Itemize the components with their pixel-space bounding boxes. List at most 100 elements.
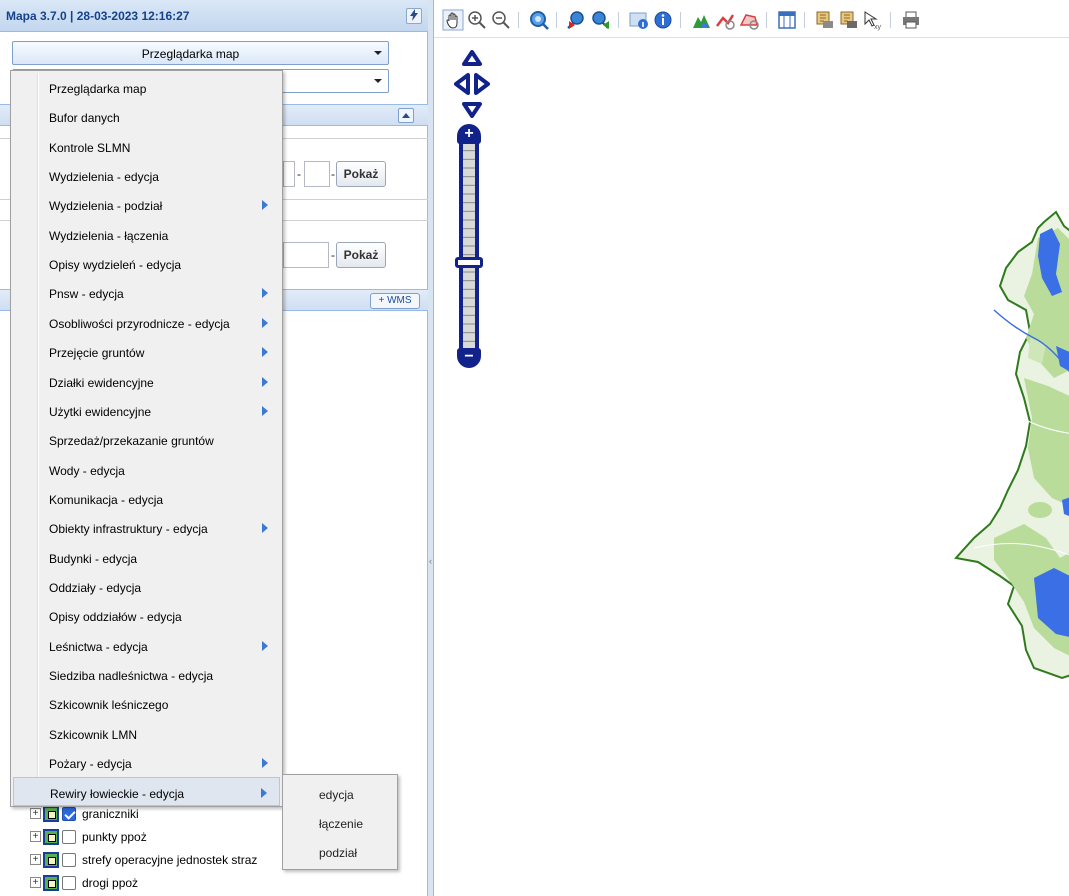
panel-title-bar: Mapa 3.7.0 | 28-03-2023 12:16:27 [0, 0, 428, 32]
collapse-section-button[interactable] [398, 108, 414, 123]
menu-item-label: Kontrole SLMN [49, 140, 131, 155]
menu-item-label: Opisy wydzieleń - edycja [49, 258, 182, 273]
full-extent-icon[interactable] [528, 9, 550, 31]
map-view[interactable] [434, 38, 1069, 896]
menu-item-wydzielenia-podzial[interactable]: Wydzielenia - podział [13, 190, 280, 219]
add-wms-button[interactable]: + WMS [370, 293, 420, 309]
home-icon[interactable] [690, 9, 712, 31]
submenu-arrow-icon [262, 200, 268, 211]
menu-item-label: Siedziba nadleśnictwa - edycja [49, 669, 214, 683]
submenu-arrow-icon [262, 405, 268, 416]
menu-item-label: Leśnictwa - edycja [49, 639, 148, 654]
menu-item-siedziba-nadlesnictwa-edycja[interactable]: Siedziba nadleśnictwa - edycja [13, 660, 280, 689]
menu-item-rewiry-lowieckie-edycja[interactable]: Rewiry łowieckie - edycja [13, 777, 280, 807]
menu-item-wydzielenia-laczenia[interactable]: Wydzielenia - łączenia [13, 220, 280, 249]
module-select-value: Przeglądarka map [141, 47, 240, 61]
zoom-next-icon[interactable] [590, 9, 612, 31]
expand-icon[interactable]: + [30, 854, 41, 865]
submenu-arrow-icon [262, 376, 268, 387]
menu-item-sprzedaz-przekazanie-gruntow[interactable]: Sprzedaż/przekazanie gruntów [13, 425, 280, 454]
collapse-panel-button[interactable] [406, 8, 422, 24]
zoom-out-icon[interactable] [490, 9, 512, 31]
menu-item-bufor-danych[interactable]: Bufor danych [13, 102, 280, 131]
expand-icon[interactable]: + [30, 808, 41, 819]
rewiry-submenu: edycja łączenie podział [282, 774, 398, 870]
show-button-2[interactable]: Pokaż [336, 242, 386, 268]
info-icon[interactable] [652, 9, 674, 31]
layer-checkbox[interactable] [62, 830, 76, 844]
menu-item-dzialki-ewidencyjne[interactable]: Działki ewidencyjne [13, 367, 280, 396]
layer-checkbox[interactable] [62, 853, 76, 867]
menu-item-wody-edycja[interactable]: Wody - edycja [13, 455, 280, 484]
lightning-icon [410, 9, 418, 21]
menu-item-label: Przeglądarka map [49, 82, 147, 96]
module-select[interactable]: Przeglądarka map [12, 41, 389, 65]
separator-dash: - [297, 167, 301, 181]
menu-item-pnsw-edycja[interactable]: Pnsw - edycja [13, 278, 280, 307]
zoom-slider-graphic [459, 136, 479, 356]
menu-item-oddzialy-edycja[interactable]: Oddziały - edycja [13, 572, 280, 601]
splitter-grip-icon[interactable]: ‹ [429, 556, 433, 566]
menu-item-wydzielenia-edycja[interactable]: Wydzielenia - edycja [13, 161, 280, 190]
pan-control[interactable] [454, 50, 490, 118]
submenu-item-laczenie[interactable]: łączenie [285, 809, 395, 837]
search-field-1b[interactable] [304, 161, 330, 187]
measure-area-icon[interactable] [738, 9, 760, 31]
measure-length-icon[interactable] [714, 9, 736, 31]
table-icon[interactable] [776, 9, 798, 31]
layer-symbol-icon [43, 852, 59, 868]
layer-checkbox[interactable] [62, 807, 76, 821]
separator-dash: - [331, 167, 335, 181]
identify-icon[interactable] [628, 9, 650, 31]
submenu-item-podzial[interactable]: podział [285, 838, 395, 866]
print-area-2-icon[interactable] [838, 9, 860, 31]
coordinates-icon[interactable]: xy [862, 9, 884, 31]
zoom-previous-icon[interactable] [566, 9, 588, 31]
map-canvas[interactable]: + − [434, 38, 1069, 896]
print-area-icon[interactable] [814, 9, 836, 31]
menu-item-kontrole-slmn[interactable]: Kontrole SLMN [13, 132, 280, 161]
zoom-in-button[interactable]: + [457, 124, 481, 144]
menu-item-przegladarka-map[interactable]: Przeglądarka map [13, 73, 280, 102]
submenu-item-edycja[interactable]: edycja [285, 780, 395, 808]
show-button-1[interactable]: Pokaż [336, 161, 386, 187]
menu-item-pozary-edycja[interactable]: Pożary - edycja [13, 748, 280, 777]
menu-item-lesnictwa-edycja[interactable]: Leśnictwa - edycja [13, 631, 280, 660]
forest-area [1028, 502, 1052, 518]
menu-item-label: Sprzedaż/przekazanie gruntów [49, 434, 214, 449]
zoom-slider-handle[interactable] [455, 257, 483, 269]
menu-item-label: Wydzielenia - edycja [49, 170, 159, 185]
map-toolbar: xy [434, 0, 1069, 38]
menu-item-label: Pożary - edycja [49, 757, 132, 772]
toolbar-separator [556, 12, 557, 28]
zoom-in-icon[interactable] [466, 9, 488, 31]
menu-item-uzytki-ewidencyjne[interactable]: Użytki ewidencyjne [13, 396, 280, 425]
menu-item-label: Komunikacja - edycja [49, 492, 164, 507]
submenu-arrow-icon [262, 758, 268, 769]
pan-hand-icon[interactable] [442, 9, 464, 31]
search-field-2[interactable] [283, 242, 329, 268]
layer-checkbox[interactable] [62, 876, 76, 890]
submenu-arrow-icon [262, 288, 268, 299]
menu-item-komunikacja-edycja[interactable]: Komunikacja - edycja [13, 484, 280, 513]
menu-item-szkicownik-lmn[interactable]: Szkicownik LMN [13, 719, 280, 748]
search-field-1a[interactable] [283, 161, 295, 187]
menu-item-szkicownik-lesniczego[interactable]: Szkicownik leśniczego [13, 689, 280, 718]
expand-icon[interactable]: + [30, 877, 41, 888]
menu-item-obiekty-infrastruktury-edycja[interactable]: Obiekty infrastruktury - edycja [13, 513, 280, 542]
toolbar-separator [804, 12, 805, 28]
menu-item-opisy-oddzialow-edycja[interactable]: Opisy oddziałów - edycja [13, 601, 280, 630]
expand-icon[interactable]: + [30, 831, 41, 842]
menu-item-label: Wydzielenia - podział [49, 199, 163, 214]
zoom-slider[interactable]: + − [455, 124, 483, 368]
layer-symbol-icon [43, 829, 59, 845]
print-icon[interactable] [900, 9, 922, 31]
submenu-item-label: edycja [319, 788, 354, 802]
layer-label: punkty ppoż [82, 830, 147, 844]
menu-item-opisy-wydzielen-edycja[interactable]: Opisy wydzieleń - edycja [13, 249, 280, 278]
menu-item-budynki-edycja[interactable]: Budynki - edycja [13, 543, 280, 572]
menu-item-label: Przejęcie gruntów [49, 346, 145, 361]
menu-item-label: Wody - edycja [49, 463, 125, 478]
menu-item-przejecie-gruntow[interactable]: Przejęcie gruntów [13, 337, 280, 366]
menu-item-osobliwosci-przyrodnicze-edycja[interactable]: Osobliwości przyrodnicze - edycja [13, 308, 280, 337]
